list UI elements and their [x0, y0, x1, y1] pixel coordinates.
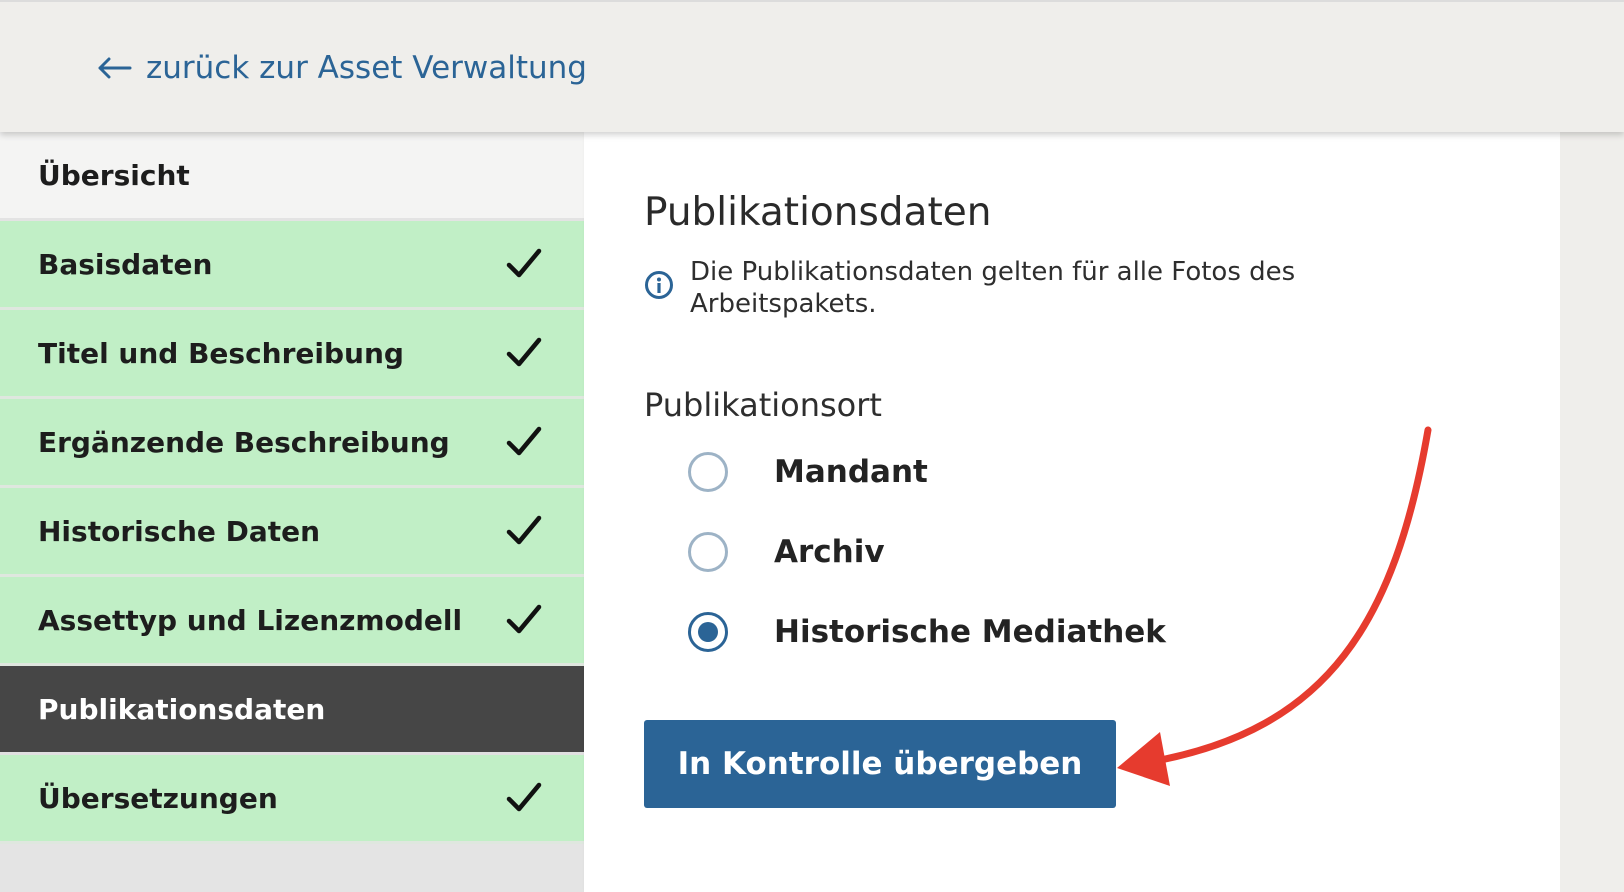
publication-location-label: Publikationsort — [644, 386, 882, 424]
sidebar-item-label: Basisdaten — [38, 247, 213, 281]
sidebar-item-uebersetzungen[interactable]: Übersetzungen — [0, 755, 584, 844]
radio-label: Historische Mediathek — [774, 614, 1166, 650]
sidebar-item-assettyp-und-lizenzmodell[interactable]: Assettyp und Lizenzmodell — [0, 577, 584, 666]
top-bar: zurück zur Asset Verwaltung — [0, 0, 1624, 132]
sidebar-item-label: Übersicht — [38, 158, 190, 192]
checkmark-icon — [506, 604, 542, 634]
radio-button-mandant[interactable] — [688, 452, 728, 492]
sidebar-nav: Übersicht Basisdaten Titel und Beschreib… — [0, 132, 584, 892]
sidebar-item-titel-und-beschreibung[interactable]: Titel und Beschreibung — [0, 310, 584, 399]
radio-option-mandant[interactable]: Mandant — [688, 432, 1166, 512]
sidebar-item-uebersicht[interactable]: Übersicht — [0, 132, 584, 221]
sidebar-item-publikationsdaten[interactable]: Publikationsdaten — [0, 666, 584, 755]
sidebar-item-basisdaten[interactable]: Basisdaten — [0, 221, 584, 310]
checkmark-icon — [506, 337, 542, 367]
sidebar-item-label: Publikationsdaten — [38, 692, 326, 726]
right-gutter — [1560, 132, 1624, 892]
info-circle-icon — [645, 271, 673, 299]
info-notice: Die Publikationsdaten gelten für alle Fo… — [644, 256, 1364, 320]
checkmark-icon — [506, 426, 542, 456]
back-to-asset-management-link[interactable]: zurück zur Asset Verwaltung — [96, 50, 587, 86]
radio-option-historische-mediathek[interactable]: Historische Mediathek — [688, 592, 1166, 672]
main-content: Publikationsdaten Die Publikationsdaten … — [584, 132, 1560, 892]
sidebar-item-label: Historische Daten — [38, 514, 321, 548]
info-text: Die Publikationsdaten gelten für alle Fo… — [690, 257, 1296, 319]
radio-label: Archiv — [774, 534, 885, 570]
page-title: Publikationsdaten — [644, 190, 992, 235]
sidebar-item-historische-daten[interactable]: Historische Daten — [0, 488, 584, 577]
arrow-left-icon — [98, 57, 132, 79]
submit-to-review-button[interactable]: In Kontrolle übergeben — [644, 720, 1116, 808]
radio-option-archiv[interactable]: Archiv — [688, 512, 1166, 592]
radio-button-archiv[interactable] — [688, 532, 728, 572]
sidebar-item-label: Titel und Beschreibung — [38, 336, 404, 370]
sidebar-item-label: Übersetzungen — [38, 781, 278, 815]
sidebar-item-ergaenzende-beschreibung[interactable]: Ergänzende Beschreibung — [0, 399, 584, 488]
radio-button-historische-mediathek[interactable] — [688, 612, 728, 652]
sidebar-item-label: Assettyp und Lizenzmodell — [38, 603, 463, 637]
radio-label: Mandant — [774, 454, 928, 490]
publication-location-radio-group: Mandant Archiv Historische Mediathek — [688, 432, 1166, 672]
checkmark-icon — [506, 248, 542, 278]
checkmark-icon — [506, 782, 542, 812]
sidebar-item-label: Ergänzende Beschreibung — [38, 425, 450, 459]
checkmark-icon — [506, 515, 542, 545]
back-link-label: zurück zur Asset Verwaltung — [146, 50, 587, 86]
